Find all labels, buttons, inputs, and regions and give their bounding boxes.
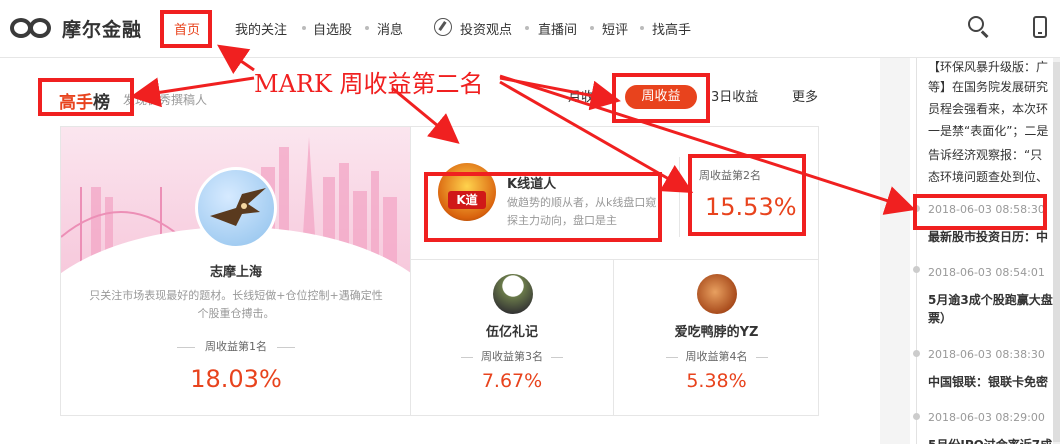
nav-separator bbox=[525, 26, 529, 30]
leader-rank: 周收益第3名 bbox=[411, 348, 613, 364]
nav-item-experts[interactable]: 找高手 bbox=[652, 19, 691, 38]
scrollbar-thumb[interactable] bbox=[1053, 62, 1060, 442]
nav-item-following[interactable]: 我的关注 bbox=[235, 19, 287, 38]
nav-item-opinions[interactable]: 投资观点 bbox=[460, 19, 512, 38]
nav-separator bbox=[302, 26, 306, 30]
leader-name[interactable]: 伍亿礼记 bbox=[411, 321, 613, 340]
timeline-dot bbox=[913, 413, 920, 420]
tab-3day[interactable]: 3日收益 bbox=[711, 86, 758, 105]
leader-rank: 周收益第1名 bbox=[61, 338, 410, 354]
annotation-box-second-card bbox=[424, 172, 662, 242]
avatar[interactable] bbox=[697, 274, 737, 314]
timeline-line bbox=[916, 58, 917, 444]
annotation-box-title bbox=[38, 78, 134, 116]
feed-text: 态环境问题查处到位、 bbox=[928, 170, 1049, 184]
feed-title[interactable]: 5月逾3成个股跑赢大盘 bbox=[928, 291, 1053, 308]
feed-text: 一是禁“表面化”；二是 bbox=[928, 124, 1049, 138]
search-icon[interactable] bbox=[968, 16, 990, 38]
top-nav: 摩尔金融 首页 我的关注 自选股 消息 投资观点 直播间 短评 找高手 bbox=[0, 0, 1060, 58]
annotation-box-second-return bbox=[688, 154, 806, 236]
news-feed: 【环保风暴升级版：广 等】在国务院发展研究 员程会强看来，本次环 一是禁“表面化… bbox=[910, 58, 1060, 444]
leader-name[interactable]: 爱吃鸭脖的YZ bbox=[615, 321, 818, 340]
feed-text: 告诉经济观察报：“只 bbox=[928, 148, 1043, 162]
annotation-box-weekly-tab bbox=[612, 73, 710, 123]
annotation-text: MARK 周收益第二名 bbox=[254, 70, 484, 98]
leader-card-1[interactable]: 志摩上海 只关注市场表现最好的题材。长线短做+仓位控制+遇确定性个股重仓搏击。 … bbox=[61, 127, 411, 415]
leader-return: 18.03% bbox=[190, 365, 282, 393]
annotation-box-feed-time bbox=[913, 194, 1047, 230]
eagle-image bbox=[210, 188, 266, 226]
leader-return: 5.38% bbox=[686, 370, 747, 392]
leader-card-3[interactable]: 伍亿礼记 周收益第3名 7.67% bbox=[411, 260, 614, 415]
nav-item-live[interactable]: 直播间 bbox=[538, 19, 577, 38]
phone-icon[interactable] bbox=[1033, 16, 1047, 38]
feed-text: 等】在国务院发展研究 bbox=[928, 80, 1049, 94]
page: 摩尔金融 首页 我的关注 自选股 消息 投资观点 直播间 短评 找高手 高手榜 … bbox=[0, 0, 1060, 444]
scrollbar[interactable] bbox=[1053, 58, 1060, 444]
feed-text: 【环保风暴升级版：广 bbox=[928, 60, 1049, 74]
tab-more[interactable]: 更多 bbox=[792, 86, 818, 105]
timeline-dot bbox=[913, 350, 920, 357]
nav-separator bbox=[365, 26, 369, 30]
feed-title[interactable]: 中国银联：银联卡免密 bbox=[928, 373, 1048, 390]
section-subtitle: 发现优秀撰稿人 bbox=[123, 93, 208, 107]
feed-text: 员程会强看来，本次环 bbox=[928, 102, 1049, 116]
nav-item-messages[interactable]: 消息 bbox=[377, 19, 403, 38]
tab-monthly[interactable]: 月收益 bbox=[568, 86, 607, 105]
logo[interactable]: 摩尔金融 bbox=[10, 14, 142, 42]
brand-name: 摩尔金融 bbox=[62, 18, 143, 41]
nav-item-comments[interactable]: 短评 bbox=[602, 19, 628, 38]
leader-return: 7.67% bbox=[481, 370, 543, 392]
nav-item-watchlist[interactable]: 自选股 bbox=[313, 19, 352, 38]
nav-separator bbox=[640, 26, 644, 30]
avatar[interactable] bbox=[493, 274, 533, 314]
feed-title[interactable]: 票） bbox=[928, 309, 952, 326]
leader-rank: 周收益第4名 bbox=[615, 348, 818, 364]
feed-time: 2018-06-03 08:38:30 bbox=[928, 348, 1045, 361]
leader-card-4[interactable]: 爱吃鸭脖的YZ 周收益第4名 5.38% bbox=[615, 260, 818, 415]
compass-icon bbox=[434, 18, 452, 36]
logo-icon bbox=[10, 14, 56, 42]
feed-time: 2018-06-03 08:29:00 bbox=[928, 411, 1045, 424]
feed-title[interactable]: 最新股市投资日历：中 bbox=[928, 228, 1048, 245]
feed-title[interactable]: 5月份IPO过会率近7成 bbox=[928, 436, 1052, 444]
timeline-dot bbox=[913, 266, 920, 273]
divider bbox=[679, 157, 680, 237]
annotation-box-home bbox=[160, 10, 212, 48]
feed-time: 2018-06-03 08:54:01 bbox=[928, 266, 1045, 279]
leader-desc: 只关注市场表现最好的题材。长线短做+仓位控制+遇确定性个股重仓搏击。 bbox=[89, 289, 383, 320]
nav-separator bbox=[590, 26, 594, 30]
avatar[interactable] bbox=[195, 167, 277, 249]
leader-name[interactable]: 志摩上海 bbox=[61, 261, 410, 280]
